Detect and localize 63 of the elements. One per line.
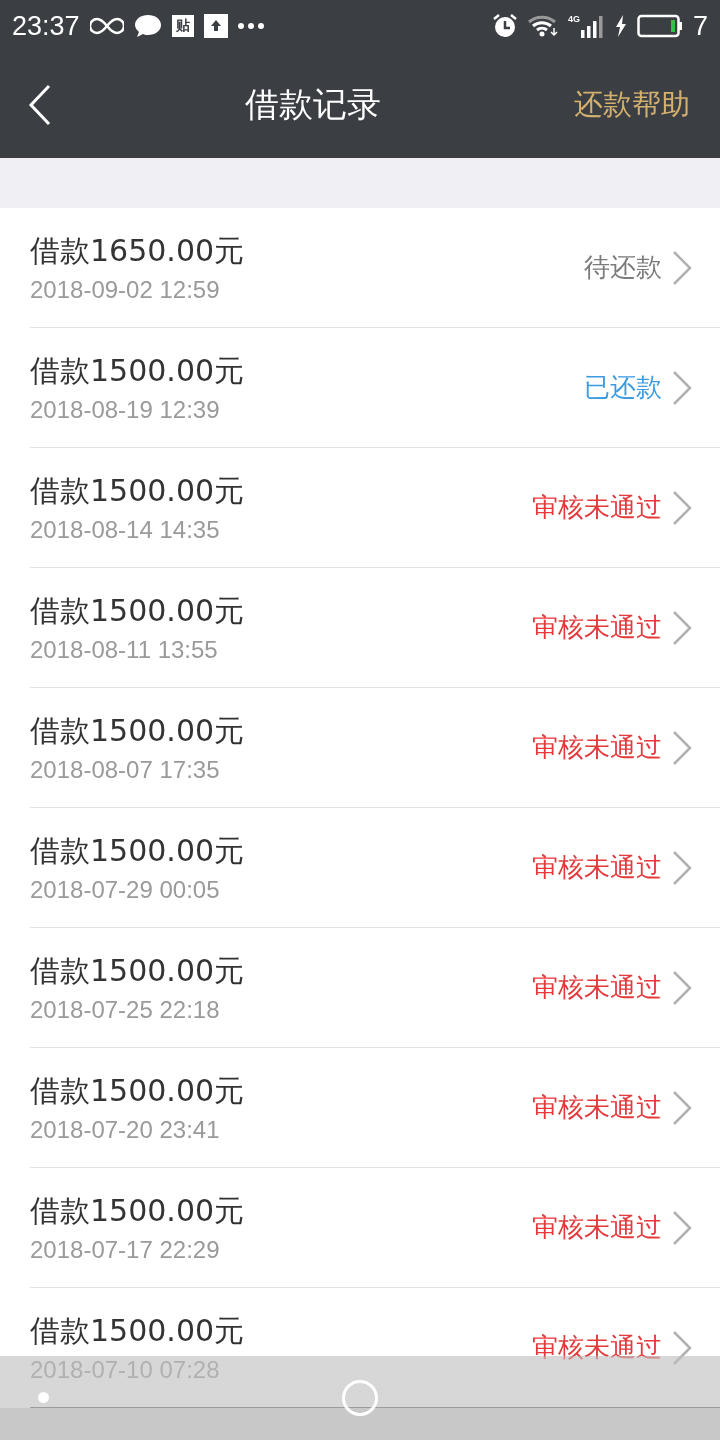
chat-icon	[133, 13, 162, 39]
status-time: 23:37	[12, 10, 80, 42]
chevron-right-icon	[672, 1089, 692, 1126]
loan-date: 2018-07-20 23:41	[30, 1116, 221, 1144]
wifi-icon	[527, 14, 558, 38]
loan-status: 审核未通过	[532, 1331, 662, 1364]
loan-amount: 借款1500.00元	[30, 472, 246, 510]
loan-amount: 借款1500.00元	[30, 952, 246, 990]
infinity-icon	[89, 17, 124, 35]
notification-badge: 贴	[171, 15, 194, 37]
loan-amount: 借款1500.00元	[30, 1312, 246, 1350]
loan-record-row[interactable]: 借款1650.00元 2018-09-02 12:59 待还款	[30, 208, 720, 328]
chevron-right-icon	[672, 969, 692, 1006]
chevron-right-icon	[672, 369, 692, 406]
alarm-icon	[491, 13, 518, 39]
loan-record-row[interactable]: 借款1500.00元 2018-08-07 17:35 审核未通过	[30, 688, 720, 808]
loan-status: 审核未通过	[532, 1211, 662, 1244]
loan-amount: 借款1500.00元	[30, 1072, 246, 1110]
loan-date: 2018-07-17 22:29	[30, 1236, 221, 1264]
chevron-right-icon	[672, 249, 692, 286]
loan-amount: 借款1500.00元	[30, 712, 246, 750]
loan-status: 审核未通过	[532, 971, 662, 1004]
loan-record-row[interactable]: 借款1500.00元 2018-08-19 12:39 已还款	[30, 328, 720, 448]
loan-status: 审核未通过	[532, 1091, 662, 1124]
loan-date: 2018-08-11 13:55	[30, 636, 219, 664]
loan-status: 审核未通过	[532, 731, 662, 764]
loan-amount: 借款1500.00元	[30, 832, 246, 870]
more-icon	[237, 23, 264, 29]
loan-record-row[interactable]: 借款1500.00元 2018-07-17 22:29 审核未通过	[30, 1168, 720, 1288]
battery-level-text: 7	[692, 10, 708, 42]
chevron-right-icon	[672, 729, 692, 766]
loan-record-row[interactable]: 借款1500.00元 2018-07-20 23:41 审核未通过	[30, 1048, 720, 1168]
page-indicator-dot	[38, 1392, 49, 1403]
loan-record-row[interactable]: 借款1500.00元 2018-08-11 13:55 审核未通过	[30, 568, 720, 688]
loan-amount: 借款1500.00元	[30, 592, 246, 630]
loan-amount: 借款1500.00元	[30, 1192, 246, 1230]
loan-record-row[interactable]: 借款1500.00元 2018-07-25 22:18 审核未通过	[30, 928, 720, 1048]
charging-icon	[614, 15, 627, 37]
loan-date: 2018-08-07 17:35	[30, 756, 221, 784]
repayment-help-link[interactable]: 还款帮助	[574, 85, 690, 125]
chevron-right-icon	[672, 489, 692, 526]
back-button[interactable]	[28, 84, 52, 126]
loan-record-row[interactable]: 借款1500.00元 2018-08-14 14:35 审核未通过	[30, 448, 720, 568]
loan-amount: 借款1500.00元	[30, 352, 246, 390]
chevron-right-icon	[672, 609, 692, 646]
loan-date: 2018-08-19 12:39	[30, 396, 221, 424]
upload-icon	[203, 14, 228, 38]
loan-date: 2018-07-25 22:18	[30, 996, 221, 1024]
loan-status: 审核未通过	[532, 611, 662, 644]
chevron-right-icon	[672, 1209, 692, 1246]
loan-status: 审核未通过	[532, 851, 662, 884]
page-title: 借款记录	[245, 83, 381, 126]
loan-amount: 借款1650.00元	[30, 232, 246, 270]
loan-status: 已还款	[584, 371, 662, 404]
signal-indicator: 4G	[567, 14, 605, 38]
loan-status: 审核未通过	[532, 491, 662, 524]
loan-record-row[interactable]: 借款1500.00元 2018-07-29 00:05 审核未通过	[30, 808, 720, 928]
loan-date: 2018-09-02 12:59	[30, 276, 221, 304]
loan-status: 待还款	[584, 251, 662, 284]
battery-icon	[636, 14, 683, 38]
loan-date: 2018-07-29 00:05	[30, 876, 221, 904]
chevron-right-icon	[672, 849, 692, 886]
loan-date: 2018-08-14 14:35	[30, 516, 221, 544]
